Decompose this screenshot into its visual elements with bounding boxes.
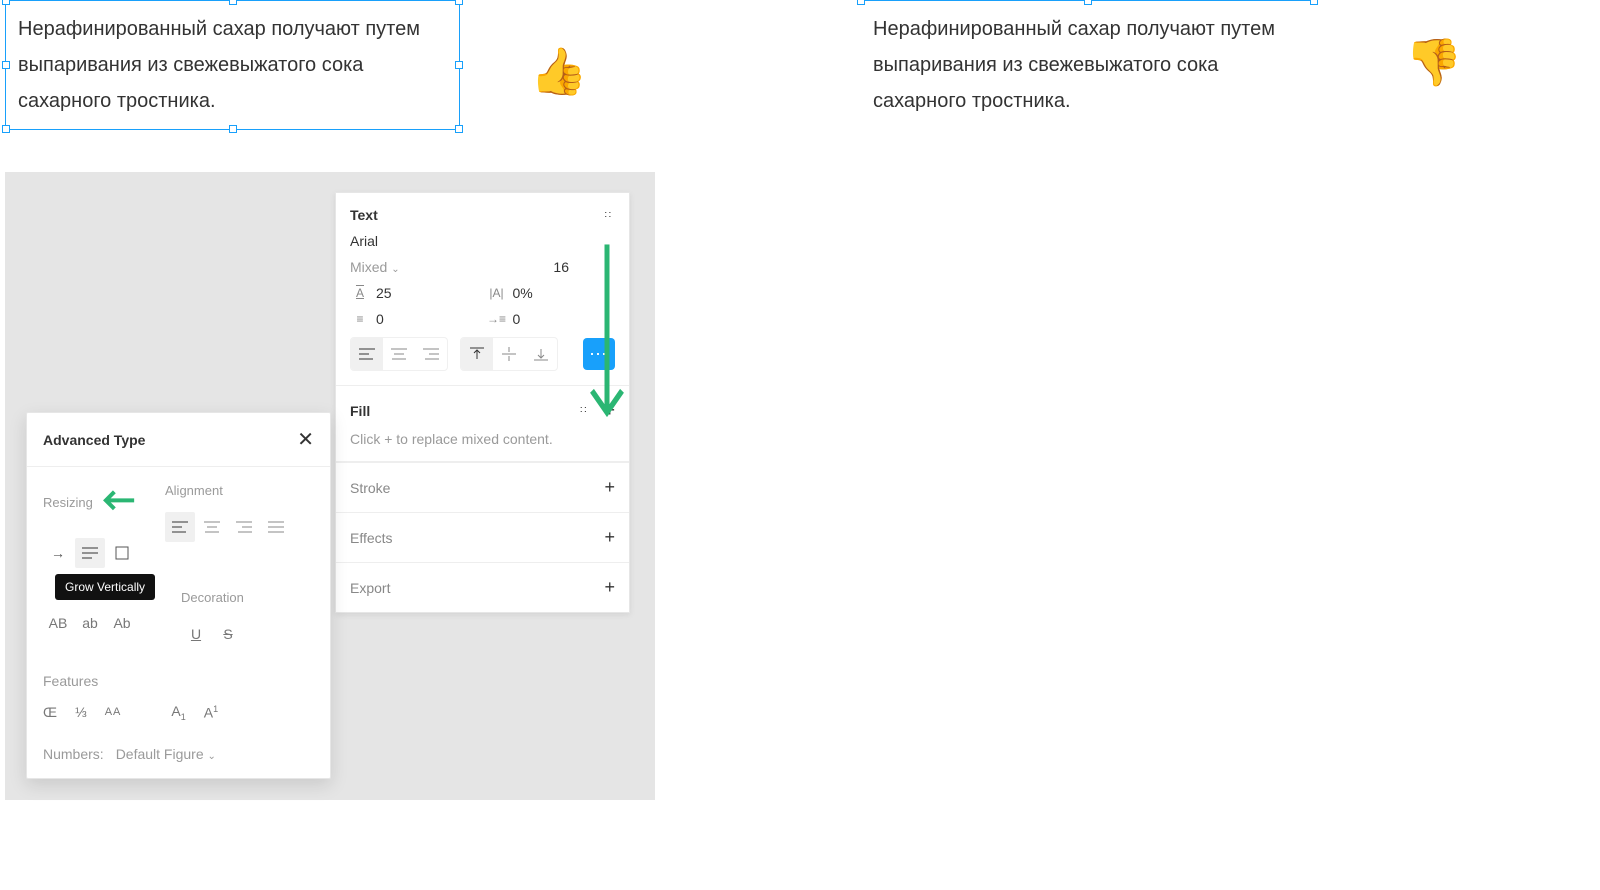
add-export-icon[interactable]: + [604,577,615,598]
stroke-section[interactable]: Stroke + [336,462,629,512]
alignment-label: Alignment [165,483,291,498]
case-lower[interactable]: ab [75,608,105,638]
resize-handle[interactable] [455,61,463,69]
resize-handle[interactable] [2,125,10,133]
resize-handle[interactable] [2,61,10,69]
effects-label: Effects [350,530,393,546]
advanced-type-popover: Advanced Type ✕ Resizing → Grow Vertical… [26,412,331,779]
close-icon[interactable]: ✕ [297,427,314,452]
popover-title: Advanced Type [43,432,145,448]
para-indent-icon: →≡ [487,312,507,326]
add-effect-icon[interactable]: + [604,527,615,548]
bad-text-frame[interactable]: Нерафинированный сахар получают путем вы… [860,0,1315,130]
para-spacing-icon: ≡ [350,312,370,326]
fractions-icon[interactable]: ⅓ [75,704,87,720]
thumbs-up-icon: 👍 [530,48,587,94]
align-center-icon[interactable] [383,338,415,370]
valign-top-icon[interactable] [461,338,493,370]
underline-icon[interactable]: U [181,619,211,649]
line-height-icon: A [350,286,370,300]
resize-handle[interactable] [229,0,237,5]
para-spacing[interactable]: 0 [376,311,384,327]
resize-handle[interactable] [455,125,463,133]
case-upper[interactable]: AB [43,608,73,638]
thumbs-down-icon: 👍 [1405,40,1462,86]
para-indent[interactable]: 0 [513,311,521,327]
h-align-segmented[interactable] [350,337,448,371]
numbers-dropdown[interactable]: Default Figure ⌄ [116,746,216,762]
align-justify-icon[interactable] [261,512,291,542]
superscript-icon[interactable]: A1 [204,704,218,721]
font-family[interactable]: Arial [350,233,378,249]
tooltip: Grow Vertically [55,574,155,600]
text-inspector-panel: Text ∷ Arial Mixed ⌄ 16 A 25 |A| 0% ≡ 0 … [335,192,630,613]
sample-text: Нерафинированный сахар получают путем вы… [873,18,1275,112]
align-center-icon[interactable] [197,512,227,542]
align-right-icon[interactable] [229,512,259,542]
fill-section-title: Fill [350,403,370,419]
v-align-segmented[interactable] [460,337,558,371]
valign-middle-icon[interactable] [493,338,525,370]
numbers-label: Numbers: [43,746,104,762]
valign-bottom-icon[interactable] [525,338,557,370]
resize-fixed-icon[interactable] [107,538,137,568]
annotation-arrow-down-icon [588,244,626,455]
small-caps-icon[interactable]: AA [105,706,122,718]
subscript-icon[interactable]: A1 [171,703,185,722]
decoration-label: Decoration [181,590,244,605]
resize-handle[interactable] [1310,0,1318,5]
stroke-label: Stroke [350,480,390,496]
sample-text: Нерафинированный сахар получают путем вы… [18,18,420,112]
style-variants-icon[interactable]: ∷ [605,210,615,221]
export-section[interactable]: Export + [336,562,629,612]
line-height[interactable]: 25 [376,285,392,301]
export-label: Export [350,580,390,596]
resizing-label: Resizing [43,495,93,510]
align-right-icon[interactable] [415,338,447,370]
features-label: Features [43,673,314,689]
font-weight[interactable]: Mixed ⌄ [350,259,400,275]
resize-handle[interactable] [857,0,865,5]
resize-handle[interactable] [1084,0,1092,5]
resize-handle[interactable] [455,0,463,5]
resize-grow-vertical-icon[interactable]: Grow Vertically [75,538,105,568]
align-left-icon[interactable] [351,338,383,370]
annotation-arrow-diag-icon [89,478,141,530]
add-stroke-icon[interactable]: + [604,477,615,498]
align-left-icon[interactable] [165,512,195,542]
strikethrough-icon[interactable]: S [213,619,243,649]
text-section-title: Text [350,207,378,223]
resize-handle[interactable] [229,125,237,133]
case-title[interactable]: Ab [107,608,137,638]
effects-section[interactable]: Effects + [336,512,629,562]
resize-grow-horizontal-icon[interactable]: → [43,538,73,568]
resize-handle[interactable] [2,0,10,5]
ligatures-icon[interactable]: Œ [43,704,57,720]
letter-spacing[interactable]: 0% [513,285,533,301]
fill-placeholder: Click + to replace mixed content. [350,431,615,447]
letter-spacing-icon: |A| [487,286,507,300]
good-text-frame[interactable]: Нерафинированный сахар получают путем вы… [5,0,460,130]
font-size[interactable]: 16 [553,259,569,275]
